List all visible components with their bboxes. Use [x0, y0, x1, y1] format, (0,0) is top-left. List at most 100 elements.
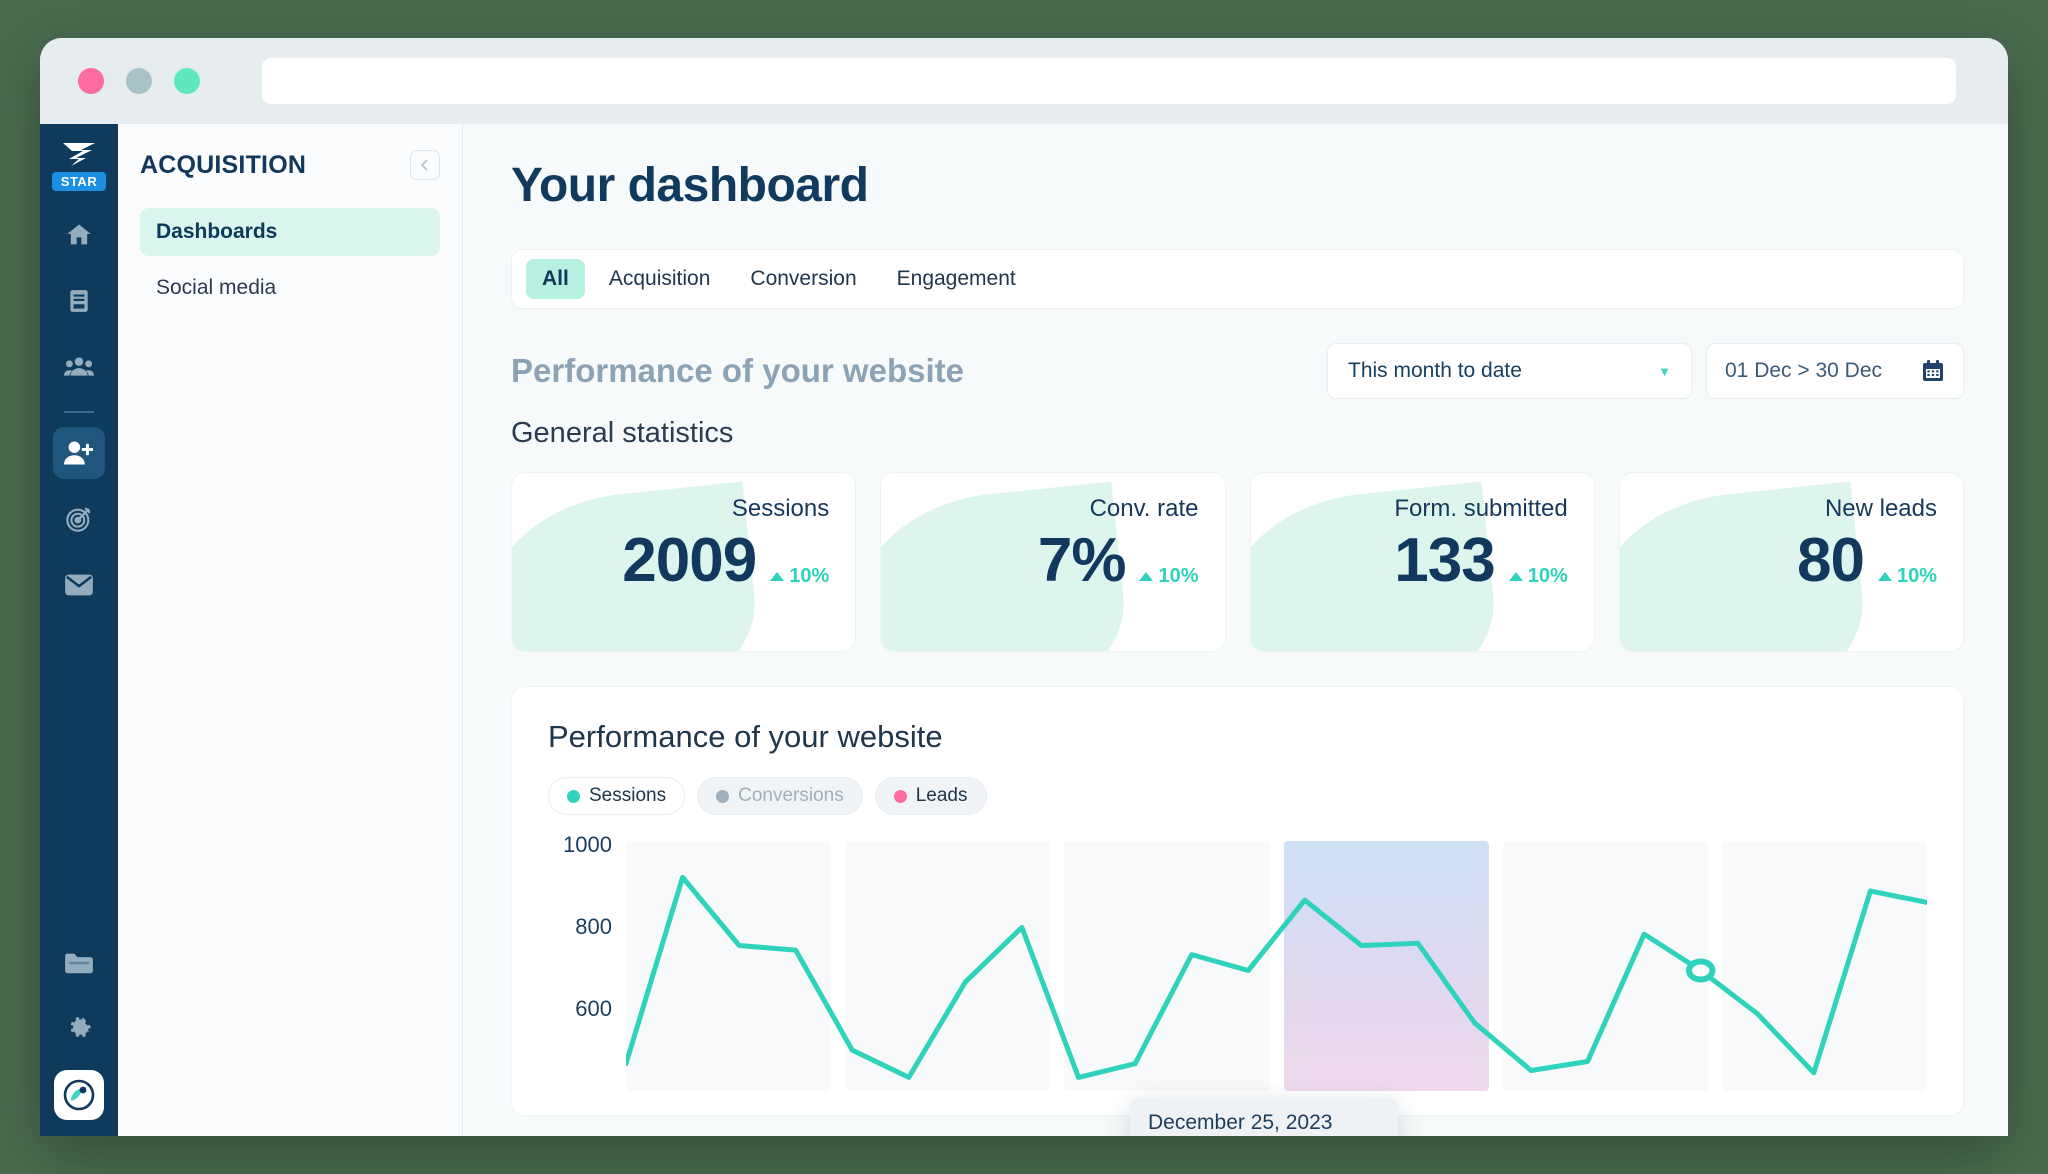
chevron-down-icon: ▼	[1658, 363, 1671, 379]
trend-up-icon	[1508, 572, 1523, 581]
date-range-picker[interactable]: 01 Dec > 30 Dec	[1706, 343, 1964, 399]
stat-delta: 10%	[1508, 565, 1568, 588]
general-statistics-title: General statistics	[511, 417, 734, 449]
rail-item-library[interactable]	[53, 275, 105, 327]
period-select[interactable]: This month to date ▼	[1327, 343, 1692, 399]
collapse-sidebar-button[interactable]	[410, 150, 440, 180]
star-badge: STAR	[51, 172, 107, 191]
maximize-window-button[interactable]	[174, 68, 200, 94]
stat-label: Sessions	[731, 495, 830, 522]
stat-card-conv-rate[interactable]: Conv. rate 7% 10%	[880, 472, 1226, 652]
folder-icon	[65, 953, 93, 974]
chart-tooltip: December 25, 2023 Sessions: 7 800	[1130, 1098, 1398, 1136]
stat-label: New leads	[1824, 495, 1937, 522]
legend-dot	[567, 789, 580, 803]
nav-title: ACQUISITION	[140, 150, 307, 179]
close-window-button[interactable]	[78, 68, 104, 94]
stat-value: 80	[1797, 526, 1865, 595]
legend-dot	[893, 789, 907, 803]
sidebar-item-label: Dashboards	[156, 220, 278, 243]
y-tick: 600	[575, 996, 612, 1021]
stat-card-form-submitted[interactable]: Form. submitted 133 10%	[1249, 472, 1595, 652]
tab-acquisition[interactable]: Acquisition	[593, 259, 727, 299]
main-content: Your dashboard All Acquisition Conversio…	[463, 124, 2008, 1136]
y-axis: 1000 800 600	[548, 832, 626, 1091]
browser-window: STAR ACQUISITION Dashboards Social media…	[40, 38, 2008, 1136]
stat-value: 7%	[1037, 526, 1127, 595]
tab-bar: All Acquisition Conversion Engagement	[511, 249, 1964, 309]
stat-delta-value: 10%	[1527, 565, 1568, 587]
traffic-lights	[78, 68, 200, 94]
tab-all[interactable]: All	[526, 259, 585, 299]
sidebar-item-social-media[interactable]: Social media	[140, 264, 440, 312]
section-heading: Performance of your website	[511, 352, 964, 389]
book-icon	[70, 290, 88, 312]
stat-card-sessions[interactable]: Sessions 2009 10%	[511, 472, 857, 652]
rail-item-settings[interactable]	[53, 1004, 105, 1056]
rail-divider	[64, 411, 94, 413]
app-body: STAR ACQUISITION Dashboards Social media…	[40, 124, 2008, 1136]
trend-up-icon	[1877, 572, 1892, 581]
stat-delta: 10%	[1877, 565, 1937, 588]
icon-rail: STAR	[40, 124, 118, 1136]
home-icon	[67, 224, 91, 245]
legend-dot	[716, 789, 730, 803]
sidebar-item-label: Social media	[156, 276, 277, 299]
legend-item-conversions[interactable]: Conversions	[697, 777, 863, 815]
sessions-point-marker-layer	[626, 841, 1927, 1091]
brand-logo[interactable]: STAR	[50, 138, 108, 191]
legend-label: Conversions	[738, 785, 844, 806]
y-tick: 1000	[563, 832, 612, 857]
stat-delta-value: 10%	[789, 565, 830, 587]
stat-value: 133	[1394, 526, 1495, 595]
chart-area: 1000 800 600	[548, 832, 1928, 1091]
rail-item-messages[interactable]	[53, 559, 105, 611]
tab-conversion[interactable]: Conversion	[734, 259, 872, 299]
section-header-row: Performance of your website This month t…	[511, 343, 1964, 399]
stat-cards: Sessions 2009 10% Conv. rate 7% 10% Form…	[511, 472, 1964, 652]
trend-up-icon	[1139, 572, 1154, 581]
page-title: Your dashboard	[511, 159, 869, 212]
rail-item-home[interactable]	[53, 209, 105, 261]
chart-panel: Performance of your website Sessions Con…	[511, 686, 1964, 1116]
y-tick: 800	[575, 914, 612, 939]
browser-chrome	[40, 38, 2008, 124]
legend-item-sessions[interactable]: Sessions	[548, 777, 686, 815]
stat-label: Form. submitted	[1394, 495, 1568, 522]
calendar-icon	[1923, 360, 1943, 381]
nav-header: ACQUISITION	[140, 150, 440, 180]
gear-icon	[70, 1017, 91, 1037]
tab-engagement[interactable]: Engagement	[881, 259, 1032, 299]
mail-icon	[65, 574, 93, 596]
rail-item-contacts[interactable]	[53, 341, 105, 393]
person-add-icon	[64, 441, 94, 465]
stat-delta-value: 10%	[1896, 565, 1937, 587]
user-avatar[interactable]	[54, 1070, 104, 1120]
stat-delta: 10%	[1139, 565, 1199, 588]
stat-label: Conv. rate	[1089, 495, 1199, 522]
chart-legend: Sessions Conversions Leads	[548, 777, 1927, 815]
nav-panel: ACQUISITION Dashboards Social media	[118, 124, 463, 1136]
date-range-value: 01 Dec > 30 Dec	[1725, 359, 1883, 382]
chart-title: Performance of your website	[548, 719, 943, 754]
legend-item-leads[interactable]: Leads	[874, 777, 987, 815]
minimize-window-button[interactable]	[126, 68, 152, 94]
people-icon	[64, 357, 94, 376]
legend-label: Sessions	[589, 785, 667, 806]
legend-label: Leads	[915, 785, 968, 806]
stat-delta: 10%	[770, 565, 829, 588]
tooltip-date: December 25, 2023	[1130, 1098, 1398, 1136]
plot-region	[626, 841, 1928, 1091]
stat-card-new-leads[interactable]: New leads 80 10%	[1618, 472, 1964, 652]
stat-delta-value: 10%	[1158, 565, 1199, 587]
target-icon	[66, 507, 91, 532]
period-select-value: This month to date	[1348, 359, 1522, 382]
section-controls: This month to date ▼ 01 Dec > 30 Dec	[1327, 343, 1964, 399]
rail-item-campaigns[interactable]	[53, 493, 105, 545]
highlighted-data-point[interactable]	[1689, 962, 1712, 980]
sidebar-item-dashboards[interactable]: Dashboards	[140, 208, 440, 256]
stat-value: 2009	[622, 526, 757, 595]
rail-item-files[interactable]	[53, 938, 105, 990]
url-input[interactable]	[262, 58, 1956, 104]
rail-item-acquisition[interactable]	[53, 427, 105, 479]
